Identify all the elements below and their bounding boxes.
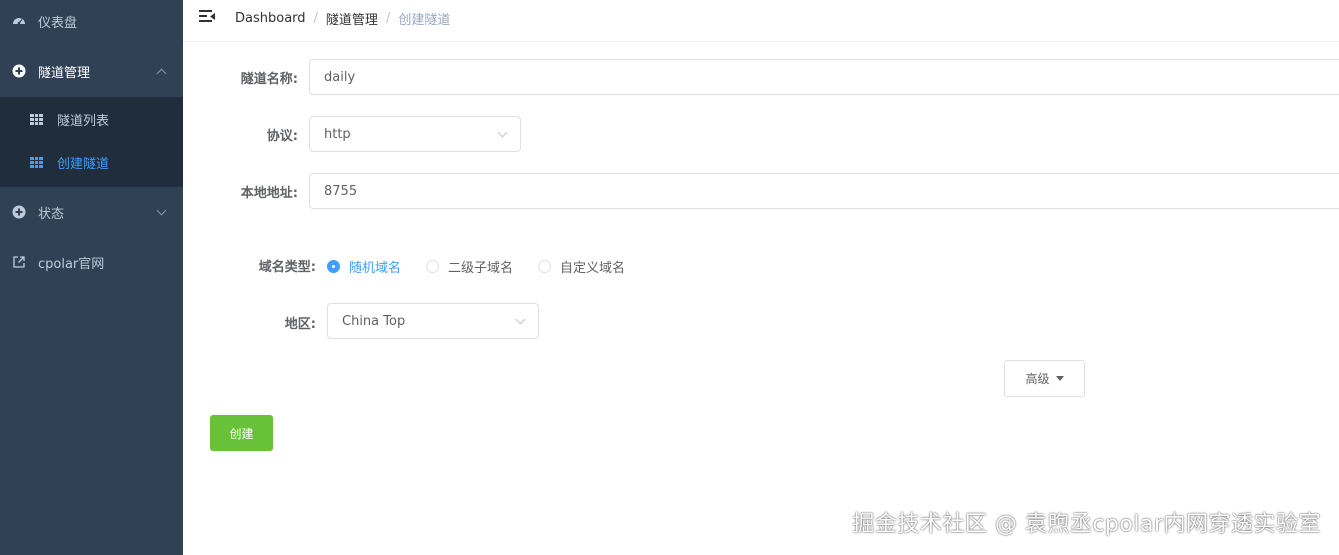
table-icon <box>30 114 43 125</box>
breadcrumb-tunnel-management[interactable]: 隧道管理 <box>326 9 378 28</box>
breadcrumb-separator: / <box>313 11 318 26</box>
advanced-dropdown-button[interactable]: 高级 <box>1004 360 1085 397</box>
radio-label: 二级子域名 <box>448 261 514 276</box>
breadcrumb: Dashboard / 隧道管理 / 创建隧道 <box>235 9 450 28</box>
dashboard-icon <box>12 14 26 28</box>
radio-custom-domain[interactable]: 自定义域名 <box>538 257 625 276</box>
chevron-down-icon <box>497 127 508 138</box>
submenu-tunnel: 隧道列表 创建隧道 <box>0 97 183 187</box>
external-link-icon <box>12 255 26 269</box>
chevron-down-icon <box>156 205 167 216</box>
sidebar-item-dashboard[interactable]: 仪表盘 <box>0 0 183 42</box>
radio-unchecked-icon <box>426 260 439 273</box>
radio-random-domain[interactable]: 随机域名 <box>327 257 401 276</box>
advanced-label: 高级 <box>1025 372 1050 386</box>
sidebar-item-label: 创建隧道 <box>57 157 110 172</box>
chevron-down-icon <box>515 314 526 325</box>
sidebar-item-label: cpolar官网 <box>38 256 105 272</box>
breadcrumb-separator: / <box>385 11 391 26</box>
table-icon <box>30 157 43 168</box>
protocol-label: 协议: <box>266 129 298 144</box>
protocol-value: http <box>324 126 351 142</box>
plus-circle-icon <box>12 205 26 219</box>
chevron-up-icon <box>156 68 167 79</box>
app-root: 仪表盘 隧道管理 隧道列表 创建隧道 状态 cpolar官网 Dashboard… <box>0 0 1339 555</box>
radio-label: 随机域名 <box>349 261 402 276</box>
radio-label: 自定义域名 <box>560 261 626 276</box>
watermark: 掘金技术社区 @ 袁煦丞cpolar内网穿透实验室 <box>852 512 1321 537</box>
region-select[interactable]: China Top <box>327 303 539 339</box>
plus-circle-icon <box>12 64 26 78</box>
radio-unchecked-icon <box>538 260 551 273</box>
protocol-select[interactable]: http <box>309 116 521 152</box>
sidebar-item-label: 隧道列表 <box>57 114 110 129</box>
region-value: China Top <box>342 313 406 329</box>
sidebar-item-status[interactable]: 状态 <box>0 188 183 236</box>
caret-down-icon <box>1055 376 1064 381</box>
breadcrumb-create-tunnel: 创建隧道 <box>398 13 451 28</box>
sidebar-item-label: 仪表盘 <box>38 15 78 31</box>
tunnel-name-label: 隧道名称: <box>240 72 298 87</box>
create-button[interactable]: 创建 <box>210 415 273 451</box>
radio-subdomain[interactable]: 二级子域名 <box>426 257 513 276</box>
sidebar: 仪表盘 隧道管理 隧道列表 创建隧道 状态 cpolar官网 <box>0 0 183 555</box>
breadcrumb-dashboard[interactable]: Dashboard <box>235 11 306 26</box>
sidebar-item-create-tunnel[interactable]: 创建隧道 <box>0 140 183 185</box>
domain-type-label: 域名类型: <box>258 260 316 275</box>
region-label: 地区: <box>284 317 316 332</box>
local-address-label: 本地地址: <box>240 186 298 201</box>
local-address-input[interactable]: 8755 <box>309 173 1339 209</box>
radio-checked-icon <box>327 260 340 273</box>
tunnel-name-input[interactable]: daily <box>309 59 1339 95</box>
top-navbar: Dashboard / 隧道管理 / 创建隧道 <box>183 0 1339 42</box>
local-address-value: 8755 <box>324 183 358 199</box>
sidebar-item-official-site[interactable]: cpolar官网 <box>0 238 183 286</box>
sidebar-item-label: 状态 <box>38 206 65 222</box>
sidebar-item-tunnel-management[interactable]: 隧道管理 <box>0 47 183 95</box>
sidebar-item-label: 隧道管理 <box>38 65 91 81</box>
tunnel-name-value: daily <box>324 69 356 85</box>
hamburger-icon[interactable] <box>199 10 215 24</box>
sidebar-item-tunnel-list[interactable]: 隧道列表 <box>0 97 183 142</box>
